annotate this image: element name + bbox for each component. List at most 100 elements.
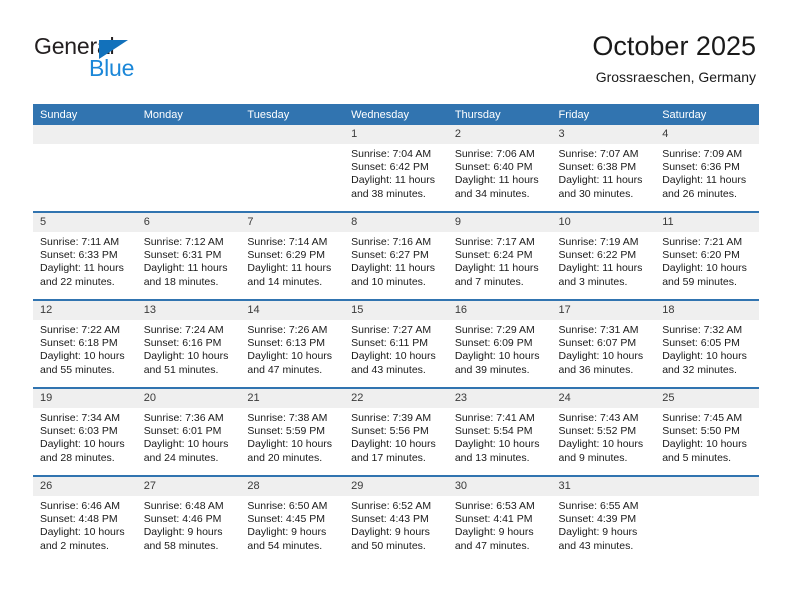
calendar-day-cell[interactable]: 3 Sunrise: 7:07 AM Sunset: 6:38 PM Daylight… [551,125,656,212]
daylight-text-line1: Daylight: 10 hours [351,350,436,363]
calendar-day-cell[interactable]: 28 Sunrise: 6:50 AM Sunset: 4:45 PM Dayligh… [240,475,345,563]
calendar-page: General Blue October 2025 Grossraeschen,… [0,0,792,612]
calendar-day-cell[interactable]: 11 Sunrise: 7:21 AM Sunset: 6:20 PM Dayligh… [655,211,759,300]
sunrise-text: Sunrise: 6:55 AM [558,500,639,512]
calendar-day-cell[interactable]: 4 Sunrise: 7:09 AM Sunset: 6:36 PM Daylight… [655,125,759,212]
daylight-text-line2: and 28 minutes. [40,451,115,464]
calendar-week-row: 26 Sunrise: 6:46 AM Sunset: 4:48 PM Dayligh… [33,475,759,563]
calendar-day-cell[interactable]: 8 Sunrise: 7:16 AM Sunset: 6:27 PM Daylight… [344,211,448,300]
calendar-table: Sunday Monday Tuesday Wednesday Thursday… [33,104,759,563]
daylight-text-line1: Daylight: 10 hours [40,438,125,451]
calendar-day-cell[interactable]: 6 Sunrise: 7:12 AM Sunset: 6:31 PM Daylight… [136,211,241,300]
calendar-day-cell[interactable]: 21 Sunrise: 7:38 AM Sunset: 5:59 PM Dayligh… [240,387,345,476]
day-details: Sunrise: 6:53 AM Sunset: 4:41 PM Daylight:… [448,496,552,553]
calendar-day-cell[interactable]: 9 Sunrise: 7:17 AM Sunset: 6:24 PM Daylight… [447,211,552,300]
day-details: Sunrise: 7:34 AM Sunset: 6:03 PM Daylight:… [33,408,137,465]
daylight-text-line1: Daylight: 9 hours [454,526,534,539]
calendar-day-cell[interactable]: 12 Sunrise: 7:22 AM Sunset: 6:18 PM Dayligh… [33,299,137,388]
day-number: 27 [136,477,241,496]
sunrise-text: Sunrise: 7:26 AM [247,324,328,336]
calendar-week-row: 19 Sunrise: 7:34 AM Sunset: 6:03 PM Dayligh… [33,387,759,476]
sunrise-text: Sunrise: 7:04 AM [351,148,432,160]
day-details: Sunrise: 7:21 AM Sunset: 6:20 PM Daylight:… [655,232,759,289]
sunset-text: Sunset: 6:42 PM [351,161,429,174]
calendar-day-cell[interactable]: 2 Sunrise: 7:06 AM Sunset: 6:40 PM Daylight… [447,125,552,212]
calendar-day-cell[interactable]: 10 Sunrise: 7:19 AM Sunset: 6:22 PM Dayligh… [551,211,656,300]
day-number: 16 [447,301,552,320]
calendar-day-cell[interactable]: 31 Sunrise: 6:55 AM Sunset: 4:39 PM Dayligh… [551,475,656,563]
daylight-text-line1: Daylight: 10 hours [40,350,125,363]
day-details: Sunrise: 7:22 AM Sunset: 6:18 PM Daylight:… [33,320,137,377]
calendar-day-cell[interactable]: 18 Sunrise: 7:32 AM Sunset: 6:05 PM Dayligh… [655,299,759,388]
daylight-text-line1: Daylight: 11 hours [454,174,539,187]
day-details: Sunrise: 7:19 AM Sunset: 6:22 PM Daylight:… [552,232,656,289]
day-details: Sunrise: 7:45 AM Sunset: 5:50 PM Daylight:… [655,408,759,465]
weekday-header-sunday: Sunday [33,104,137,125]
daylight-text-line1: Daylight: 11 hours [40,262,124,275]
day-details: Sunrise: 7:41 AM Sunset: 5:54 PM Daylight:… [448,408,552,465]
calendar-day-cell[interactable]: 29 Sunrise: 6:52 AM Sunset: 4:43 PM Dayligh… [344,475,448,563]
daylight-text-line1: Daylight: 11 hours [558,174,643,187]
day-number: 4 [655,125,759,144]
calendar-day-cell[interactable]: 1 Sunrise: 7:04 AM Sunset: 6:42 PM Daylight… [344,125,448,212]
calendar-day-cell[interactable]: 19 Sunrise: 7:34 AM Sunset: 6:03 PM Dayligh… [33,387,137,476]
sunrise-text: Sunrise: 7:17 AM [454,236,535,248]
day-details: Sunrise: 7:11 AM Sunset: 6:33 PM Daylight:… [33,232,137,289]
day-details: Sunrise: 7:43 AM Sunset: 5:52 PM Daylight:… [552,408,656,465]
daylight-text-line1: Daylight: 9 hours [351,526,430,539]
sunset-text: Sunset: 5:56 PM [351,425,429,438]
daylight-text-line2: and 54 minutes. [247,539,323,552]
sunset-text: Sunset: 6:18 PM [40,337,118,350]
sunset-text: Sunset: 6:38 PM [558,161,637,174]
daylight-text-line2: and 32 minutes. [662,363,737,376]
calendar-day-cell[interactable]: 16 Sunrise: 7:29 AM Sunset: 6:09 PM Dayligh… [447,299,552,388]
day-details: Sunrise: 7:36 AM Sunset: 6:01 PM Daylight:… [137,408,241,465]
calendar-day-cell[interactable]: 15 Sunrise: 7:27 AM Sunset: 6:11 PM Dayligh… [344,299,448,388]
day-number: 18 [655,301,759,320]
calendar-day-cell-empty [33,125,137,212]
day-number: 13 [136,301,241,320]
weekday-header-wednesday: Wednesday [344,104,448,125]
daylight-text-line2: and 39 minutes. [454,363,530,376]
calendar-day-cell[interactable]: 7 Sunrise: 7:14 AM Sunset: 6:29 PM Daylight… [240,211,345,300]
daylight-text-line2: and 58 minutes. [143,539,219,552]
day-number: 26 [33,477,137,496]
calendar-day-cell[interactable]: 30 Sunrise: 6:53 AM Sunset: 4:41 PM Dayligh… [447,475,552,563]
calendar-day-cell[interactable]: 26 Sunrise: 6:46 AM Sunset: 4:48 PM Dayligh… [33,475,137,563]
sunset-text: Sunset: 5:54 PM [454,425,533,438]
day-details: Sunrise: 7:24 AM Sunset: 6:16 PM Daylight:… [137,320,241,377]
daylight-text-line1: Daylight: 11 hours [351,174,435,187]
calendar-day-cell[interactable]: 5 Sunrise: 7:11 AM Sunset: 6:33 PM Daylight… [33,211,137,300]
calendar-day-cell[interactable]: 17 Sunrise: 7:31 AM Sunset: 6:07 PM Dayligh… [551,299,656,388]
sunset-text: Sunset: 4:43 PM [351,513,429,526]
day-number [136,125,241,144]
calendar-day-cell[interactable]: 27 Sunrise: 6:48 AM Sunset: 4:46 PM Dayligh… [136,475,241,563]
page-header: General Blue October 2025 Grossraeschen,… [0,0,792,100]
calendar-day-cell[interactable]: 20 Sunrise: 7:36 AM Sunset: 6:01 PM Dayligh… [136,387,241,476]
daylight-text-line1: Daylight: 9 hours [143,526,223,539]
day-number: 23 [447,389,552,408]
calendar-week-row: 5 Sunrise: 7:11 AM Sunset: 6:33 PM Daylight… [33,211,759,300]
daylight-text-line2: and 59 minutes. [662,275,737,288]
day-number: 2 [447,125,552,144]
day-details: Sunrise: 7:27 AM Sunset: 6:11 PM Daylight:… [344,320,448,377]
sunrise-text: Sunrise: 7:32 AM [662,324,743,336]
calendar-day-cell[interactable]: 13 Sunrise: 7:24 AM Sunset: 6:16 PM Dayligh… [136,299,241,388]
sunset-text: Sunset: 5:52 PM [558,425,637,438]
calendar-day-cell[interactable]: 23 Sunrise: 7:41 AM Sunset: 5:54 PM Dayligh… [447,387,552,476]
calendar-day-cell[interactable]: 22 Sunrise: 7:39 AM Sunset: 5:56 PM Dayligh… [344,387,448,476]
day-number: 5 [33,213,137,232]
calendar-day-cell[interactable]: 14 Sunrise: 7:26 AM Sunset: 6:13 PM Dayligh… [240,299,345,388]
sunset-text: Sunset: 6:33 PM [40,249,118,262]
day-details: Sunrise: 7:29 AM Sunset: 6:09 PM Daylight:… [448,320,552,377]
calendar-day-cell[interactable]: 25 Sunrise: 7:45 AM Sunset: 5:50 PM Dayligh… [655,387,759,476]
sunrise-text: Sunrise: 7:36 AM [143,412,224,424]
calendar-day-cell[interactable]: 24 Sunrise: 7:43 AM Sunset: 5:52 PM Dayligh… [551,387,656,476]
daylight-text-line1: Daylight: 11 hours [247,262,332,275]
daylight-text-line2: and 20 minutes. [247,451,323,464]
weekday-header-thursday: Thursday [447,104,552,125]
daylight-text-line2: and 7 minutes. [454,275,524,288]
sunrise-text: Sunrise: 7:14 AM [247,236,328,248]
sunrise-text: Sunrise: 6:50 AM [247,500,328,512]
day-details: Sunrise: 6:55 AM Sunset: 4:39 PM Daylight:… [552,496,656,553]
